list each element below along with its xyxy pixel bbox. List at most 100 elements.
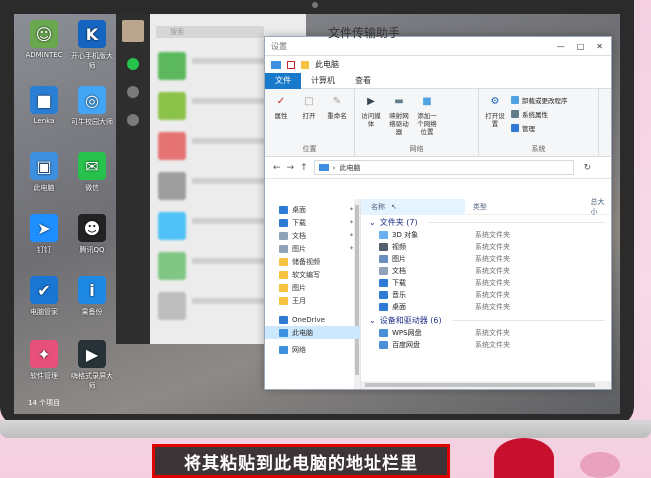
up-button[interactable]: ↑	[300, 163, 308, 173]
item-name: 视频	[392, 243, 406, 251]
sidebar-item[interactable]: 此电脑	[265, 326, 360, 339]
window-titlebar[interactable]: 设置 — □ ✕	[265, 37, 611, 55]
chat-title: 文件传输助手	[328, 26, 401, 40]
ribbon-button-label: 打开	[302, 112, 316, 120]
app-icon: ▣	[30, 152, 58, 180]
item-type: 系统文件夹	[475, 329, 510, 337]
favorites-icon[interactable]	[127, 114, 139, 126]
breadcrumb[interactable]: 此电脑	[339, 163, 360, 173]
chat-icon[interactable]	[127, 58, 139, 70]
avatar[interactable]	[122, 20, 144, 42]
list-item[interactable]: 3D 对象 系统文件夹	[361, 229, 611, 241]
desktop-icon[interactable]: i 果备份	[68, 276, 116, 317]
folder-icon	[279, 345, 288, 354]
close-button[interactable]: ✕	[596, 42, 603, 51]
ribbon-button[interactable]: □ 打开	[297, 93, 321, 144]
item-type: 系统文件夹	[475, 279, 510, 287]
app-icon: i	[78, 276, 106, 304]
sidebar-item[interactable]: 网络	[265, 343, 360, 356]
ribbon-button-label: 访问媒体	[361, 112, 381, 128]
desktop-icon[interactable]: ✦ 软件管理	[20, 340, 68, 381]
folder-icon	[379, 303, 388, 311]
sidebar-item[interactable]: 图片 ✦	[265, 242, 360, 255]
section-header[interactable]: ⌄ 文件夹 (7)	[361, 215, 611, 229]
desktop-icon-label: 微信	[85, 184, 99, 192]
refresh-button[interactable]: ↻	[584, 163, 592, 173]
column-size[interactable]: 总大小	[582, 197, 611, 217]
ribbon-button-icon: □	[304, 96, 314, 107]
list-item[interactable]: 视频 系统文件夹	[361, 241, 611, 253]
sidebar-item[interactable]: 桌面 ✦	[265, 203, 360, 216]
ribbon-button-icon: ✓	[276, 96, 286, 107]
ribbon-button[interactable]: ⚙ 打开设置	[483, 93, 507, 144]
ribbon-button[interactable]: ✓ 属性	[269, 93, 293, 144]
sidebar-item[interactable]: 软文编写	[265, 268, 360, 281]
ribbon-small-button[interactable]: 系统属性	[511, 109, 568, 119]
item-type: 系统文件夹	[475, 267, 510, 275]
sidebar-item[interactable]: 下载 ✦	[265, 216, 360, 229]
tab-2[interactable]: 查看	[345, 73, 381, 89]
new-folder-icon[interactable]	[301, 60, 309, 69]
desktop-icon[interactable]: ✉ 微信	[68, 152, 116, 193]
desktop-icon[interactable]: ☺ ADMINTEC	[20, 20, 68, 59]
cursor-icon: ↖	[391, 202, 397, 211]
sidebar-item[interactable]: 王月	[265, 294, 360, 307]
quick-access-title: 此电脑	[315, 60, 339, 69]
desktop-icon[interactable]: ✔ 电脑管家	[20, 276, 68, 317]
section-title: 文件夹 (7)	[379, 217, 418, 227]
folder-icon	[279, 270, 288, 279]
ribbon-small-button[interactable]: 管理	[511, 123, 568, 133]
desktop-icon[interactable]: K 开心手机版大师	[68, 20, 116, 71]
ribbon-button-label: 重命名	[327, 112, 347, 120]
desktop-icon[interactable]: ◎ 可牛校园大师	[68, 86, 116, 127]
list-item[interactable]: 文档 系统文件夹	[361, 265, 611, 277]
horizontal-scrollbar[interactable]	[361, 381, 611, 389]
column-name[interactable]: 名称 ↖	[361, 198, 465, 215]
ribbon-small-label: 管理	[522, 125, 535, 133]
section-header[interactable]: ⌄ 设备和驱动器 (6)	[361, 313, 611, 327]
desktop-icon-label: 嗨格式录屏大师	[71, 372, 113, 390]
folder-icon	[379, 255, 388, 263]
chat-search-input[interactable]: 搜索	[156, 26, 264, 38]
sidebar-item[interactable]: OneDrive	[265, 313, 360, 326]
sidebar-item-label: 图片	[292, 244, 306, 253]
list-item[interactable]: 图片 系统文件夹	[361, 253, 611, 265]
back-button[interactable]: ←	[273, 163, 281, 173]
flower-decoration	[494, 438, 554, 478]
sidebar-item-label: 文档	[292, 231, 306, 240]
sidebar-item[interactable]: 图片	[265, 281, 360, 294]
ribbon-small-button[interactable]: 卸载或更改程序	[511, 95, 568, 105]
list-item[interactable]: 音乐 系统文件夹	[361, 289, 611, 301]
desktop-icon[interactable]: ▶ 嗨格式录屏大师	[68, 340, 116, 391]
ribbon-button[interactable]: ▶ 访问媒体	[359, 93, 383, 144]
column-type[interactable]: 类型	[465, 202, 583, 212]
contacts-icon[interactable]	[127, 86, 139, 98]
desktop-icon[interactable]: ☻ 腾讯QQ	[68, 214, 116, 255]
ribbon-button-label: 打开设置	[485, 112, 505, 128]
ribbon-button[interactable]: ■ 添加一个网络位置	[415, 93, 439, 144]
list-item[interactable]: 百度网盘 系统文件夹	[361, 339, 611, 351]
sidebar-item[interactable]: 文档 ✦	[265, 229, 360, 242]
ribbon-group-name: 系统	[531, 145, 546, 153]
explorer-body: 桌面 ✦ 下载 ✦ 文档 ✦ 图片 ✦ 储备视频 软文编写 图片 王月 OneDrive 此电脑 网络 名称…	[265, 197, 611, 389]
desktop-icon[interactable]: ■ Lenka	[20, 86, 68, 125]
maximize-button[interactable]: □	[577, 42, 585, 51]
chevron-right-icon: ›	[332, 163, 336, 172]
tab-1[interactable]: 计算机	[301, 73, 345, 89]
address-bar[interactable]: › 此电脑	[313, 160, 574, 175]
ribbon-button[interactable]: ▬ 映射网络驱动器	[387, 93, 411, 144]
list-item[interactable]: 下载 系统文件夹	[361, 277, 611, 289]
desktop-screen: ☺ ADMINTEC ■ Lenka ▣ 此电脑 ➤ 钉钉 ✔ 电脑管家 ✦ 软件管理 K 开心手机版大师…	[14, 14, 620, 414]
properties-icon[interactable]	[287, 60, 295, 69]
list-item[interactable]: 桌面 系统文件夹	[361, 301, 611, 313]
sidebar-item[interactable]: 储备视频	[265, 255, 360, 268]
ribbon-button[interactable]: ✎ 重命名	[325, 93, 349, 144]
desktop-icon[interactable]: ▣ 此电脑	[20, 152, 68, 193]
tab-0[interactable]: 文件	[265, 72, 301, 89]
ribbon-button-label: 映射网络驱动器	[389, 112, 409, 136]
minimize-button[interactable]: —	[557, 42, 565, 51]
forward-button[interactable]: →	[287, 163, 295, 173]
desktop-icon[interactable]: ➤ 钉钉	[20, 214, 68, 255]
list-item[interactable]: WPS网盘 系统文件夹	[361, 327, 611, 339]
desktop-icon-label: 可牛校园大师	[71, 118, 113, 126]
